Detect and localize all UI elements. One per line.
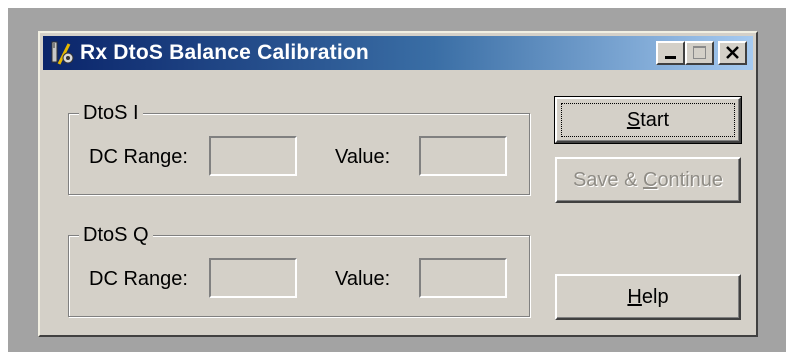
focus-rectangle — [561, 103, 735, 137]
group-dtos-q: DtoS Q DC Range: Value: — [68, 223, 530, 317]
start-button[interactable]: Start — [554, 96, 742, 144]
dtos-i-value-field — [419, 136, 507, 176]
dtos-q-dc-range-label: DC Range: — [89, 268, 188, 290]
minimize-button[interactable] — [656, 41, 685, 65]
group-dtos-q-legend: DtoS Q — [79, 223, 153, 247]
dtos-i-dc-range-label: DC Range: — [89, 146, 188, 168]
title-bar[interactable]: Rx DtoS Balance Calibration — [43, 36, 753, 70]
window-title: Rx DtoS Balance Calibration — [80, 41, 369, 64]
minimize-icon — [665, 56, 676, 59]
dtos-q-value-field — [419, 258, 507, 298]
close-icon — [726, 46, 739, 59]
window-controls — [656, 41, 747, 65]
group-dtos-i: DtoS I DC Range: Value: — [68, 101, 530, 195]
dtos-q-dc-range-field — [209, 258, 297, 298]
dtos-i-value-label: Value: — [335, 146, 391, 168]
group-dtos-i-legend: DtoS I — [79, 101, 143, 125]
dtos-q-value-label: Value: — [335, 268, 391, 290]
calibration-tools-icon — [49, 40, 75, 66]
maximize-icon — [693, 46, 706, 59]
help-button-label: Help — [627, 285, 669, 308]
close-button[interactable] — [718, 41, 747, 65]
dtos-i-dc-range-field — [209, 136, 297, 176]
help-button[interactable]: Help — [555, 274, 741, 320]
calibration-dialog: Rx DtoS Balance Calibration DtoS I DC Ra… — [38, 31, 758, 337]
maximize-button[interactable] — [685, 41, 714, 65]
save-continue-button[interactable]: Save & Continue — [555, 157, 741, 203]
save-continue-button-label: Save & Continue — [572, 168, 724, 191]
